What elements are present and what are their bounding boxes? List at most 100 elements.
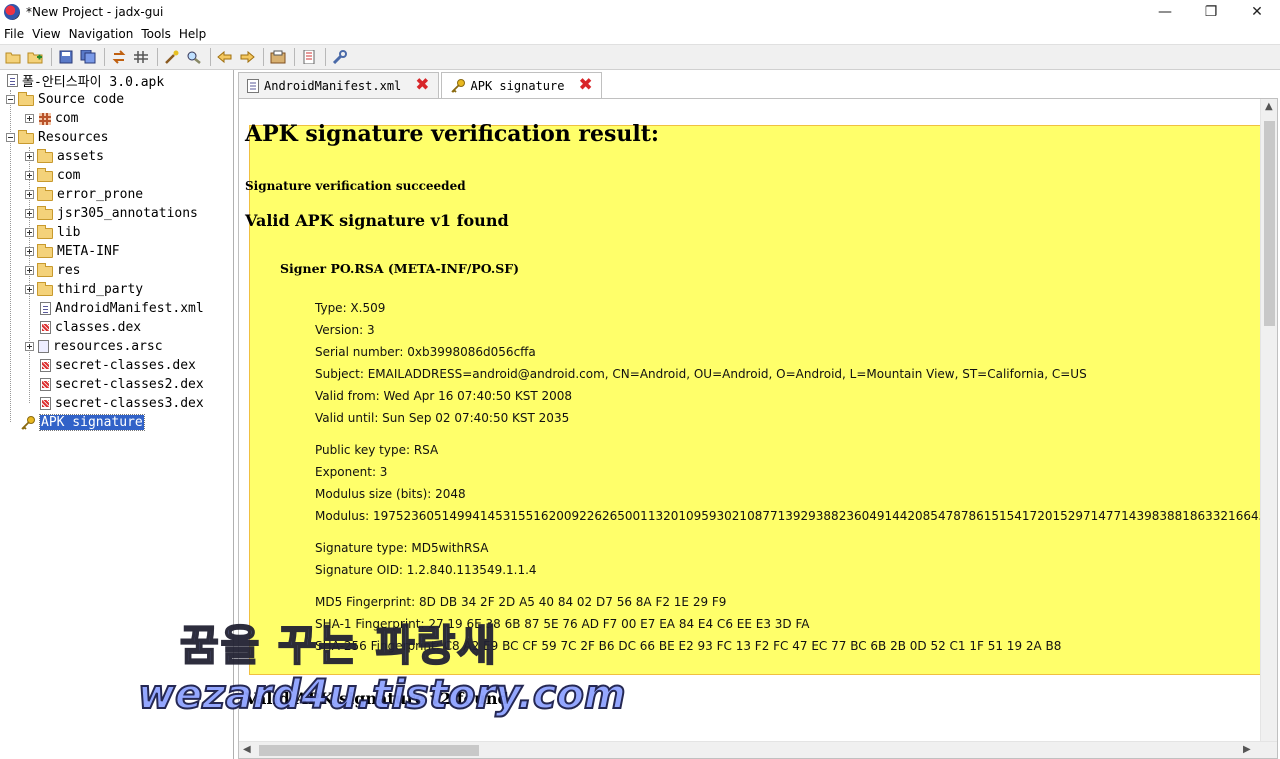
close-tab-icon[interactable]: ✖ bbox=[578, 77, 592, 94]
tree-item-com-package[interactable]: com bbox=[25, 109, 78, 128]
forward-icon[interactable] bbox=[237, 47, 257, 67]
tree-item-label-selected: APK signature bbox=[39, 414, 145, 431]
menu-help[interactable]: Help bbox=[175, 27, 210, 41]
expand-toggle[interactable] bbox=[25, 342, 34, 351]
tree-item-error-prone[interactable]: error_prone bbox=[25, 185, 143, 204]
scroll-left-icon[interactable]: ◀ bbox=[243, 744, 251, 755]
decompile-icon[interactable] bbox=[162, 47, 182, 67]
flat-packages-icon[interactable] bbox=[131, 47, 151, 67]
back-icon[interactable] bbox=[215, 47, 235, 67]
tree-item-secret-classes2[interactable]: secret-classes2.dex bbox=[36, 375, 204, 394]
signature-type: Signature type: MD5withRSA bbox=[315, 541, 489, 555]
toolbar-separator bbox=[263, 48, 264, 66]
collapse-toggle[interactable] bbox=[6, 95, 15, 104]
tree-root[interactable]: 폴-안티스파이 3.0.apk bbox=[3, 71, 164, 90]
folder-icon bbox=[37, 206, 53, 220]
tree-item-resources-arsc[interactable]: resources.arsc bbox=[25, 337, 163, 356]
tree-item-assets[interactable]: assets bbox=[25, 147, 104, 166]
toolbar-separator bbox=[51, 48, 52, 66]
tree-item-meta-inf[interactable]: META-INF bbox=[25, 242, 120, 261]
save-all-icon[interactable] bbox=[78, 47, 98, 67]
tree-item-lib[interactable]: lib bbox=[25, 223, 80, 242]
xml-file-icon bbox=[40, 302, 51, 315]
tree-item-resources[interactable]: Resources bbox=[6, 128, 108, 147]
expand-toggle[interactable] bbox=[25, 247, 34, 256]
menu-file[interactable]: File bbox=[0, 27, 28, 41]
folder-icon bbox=[37, 244, 53, 258]
window-controls: — ❐ ✕ bbox=[1142, 0, 1280, 24]
sync-icon[interactable] bbox=[109, 47, 129, 67]
expand-toggle[interactable] bbox=[25, 266, 34, 275]
tab-apk-signature[interactable]: APK signature ✖ bbox=[440, 72, 602, 98]
tree-item-label: jsr305_annotations bbox=[57, 206, 198, 221]
tree-item-label: secret-classes3.dex bbox=[55, 396, 204, 411]
tree-item-label: Source code bbox=[38, 92, 125, 107]
expand-toggle[interactable] bbox=[25, 285, 34, 294]
expand-toggle[interactable] bbox=[25, 171, 34, 180]
tree-item-secret-classes3[interactable]: secret-classes3.dex bbox=[36, 394, 204, 413]
tree-item-label: third_party bbox=[57, 282, 144, 297]
expand-toggle[interactable] bbox=[25, 209, 34, 218]
tree-item-label: assets bbox=[57, 149, 104, 164]
collapse-toggle[interactable] bbox=[6, 133, 15, 142]
vertical-scroll-thumb[interactable] bbox=[1264, 121, 1275, 326]
close-tab-icon[interactable]: ✖ bbox=[415, 77, 429, 94]
open-icon[interactable] bbox=[3, 47, 23, 67]
tree-item-source-code[interactable]: Source code bbox=[6, 90, 124, 109]
editor-tabs: AndroidManifest.xml ✖ APK signature ✖ bbox=[238, 72, 1280, 98]
signature-oid: Signature OID: 1.2.840.113549.1.1.4 bbox=[315, 563, 537, 577]
expand-toggle[interactable] bbox=[25, 114, 34, 123]
menu-navigation[interactable]: Navigation bbox=[65, 27, 138, 41]
tree-item-res[interactable]: res bbox=[25, 261, 80, 280]
window-title: *New Project - jadx-gui bbox=[26, 5, 164, 19]
add-file-icon[interactable] bbox=[25, 47, 45, 67]
cert-serial: Serial number: 0xb3998086d056cffa bbox=[315, 345, 536, 359]
menu-view[interactable]: View bbox=[28, 27, 64, 41]
tree-item-classes-dex[interactable]: classes.dex bbox=[36, 318, 141, 337]
minimize-button[interactable]: — bbox=[1142, 0, 1188, 24]
toolbar bbox=[0, 44, 1280, 70]
dex-file-icon bbox=[40, 359, 51, 372]
tab-android-manifest[interactable]: AndroidManifest.xml ✖ bbox=[238, 72, 439, 98]
tree-item-label: secret-classes.dex bbox=[55, 358, 196, 373]
folder-icon bbox=[37, 282, 53, 296]
horizontal-scroll-thumb[interactable] bbox=[259, 745, 479, 756]
menu-tools[interactable]: Tools bbox=[137, 27, 175, 41]
wrench-icon[interactable] bbox=[330, 47, 350, 67]
preferences-icon[interactable] bbox=[299, 47, 319, 67]
tree-item-com[interactable]: com bbox=[25, 166, 80, 185]
toolbar-separator bbox=[104, 48, 105, 66]
tree-item-label: Resources bbox=[38, 130, 109, 145]
save-icon[interactable] bbox=[56, 47, 76, 67]
tree-item-android-manifest[interactable]: AndroidManifest.xml bbox=[36, 299, 204, 318]
tree-item-third-party[interactable]: third_party bbox=[25, 280, 143, 299]
tree-item-label: classes.dex bbox=[55, 320, 142, 335]
modulus-size: Modulus size (bits): 2048 bbox=[315, 487, 466, 501]
tree-root-label: 폴-안티스파이 3.0.apk bbox=[22, 75, 165, 90]
log-icon[interactable] bbox=[268, 47, 288, 67]
scroll-right-icon[interactable]: ▶ bbox=[1243, 744, 1251, 755]
horizontal-scrollbar[interactable]: ◀ ▶ bbox=[239, 741, 1277, 758]
scroll-up-icon[interactable]: ▲ bbox=[1265, 101, 1273, 112]
tree-item-jsr305[interactable]: jsr305_annotations bbox=[25, 204, 198, 223]
md5-fingerprint: MD5 Fingerprint: 8D DB 34 2F 2D A5 40 84… bbox=[315, 595, 727, 609]
watermark-title: 꿈을 꾸는 파랑새 bbox=[179, 620, 498, 671]
maximize-button[interactable]: ❐ bbox=[1188, 0, 1234, 24]
vertical-scrollbar[interactable]: ▲ bbox=[1260, 99, 1277, 742]
expand-toggle[interactable] bbox=[25, 152, 34, 161]
toolbar-separator bbox=[210, 48, 211, 66]
close-button[interactable]: ✕ bbox=[1234, 0, 1280, 24]
expand-toggle[interactable] bbox=[25, 190, 34, 199]
search-icon[interactable] bbox=[184, 47, 204, 67]
expand-toggle[interactable] bbox=[25, 228, 34, 237]
folder-icon bbox=[37, 187, 53, 201]
toolbar-separator bbox=[157, 48, 158, 66]
jadx-app-icon bbox=[4, 4, 20, 20]
tree-item-label: META-INF bbox=[57, 244, 120, 259]
modulus: Modulus: 1975236051499414531551620092262… bbox=[315, 509, 1261, 523]
tree-item-secret-classes[interactable]: secret-classes.dex bbox=[36, 356, 196, 375]
page-title: APK signature verification result: bbox=[245, 121, 660, 147]
package-icon bbox=[39, 112, 51, 125]
tree-item-apk-signature[interactable]: APK signature bbox=[17, 413, 145, 432]
folder-open-icon bbox=[18, 130, 34, 144]
